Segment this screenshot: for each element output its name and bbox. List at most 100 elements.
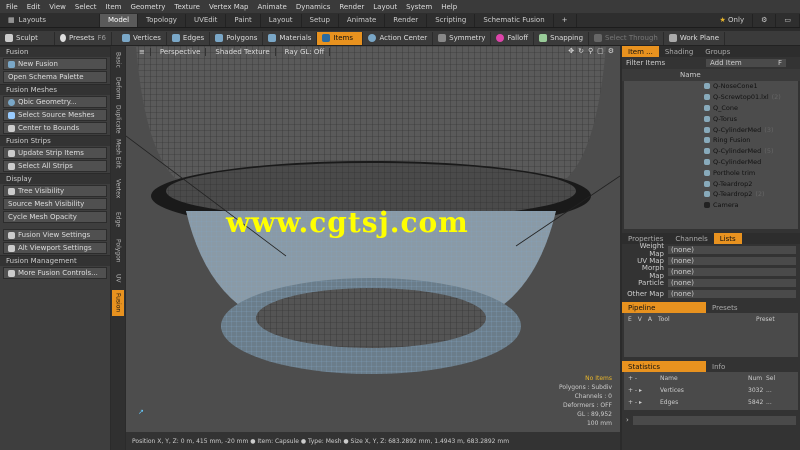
prop-value-dropdown[interactable]: (none) (668, 256, 796, 265)
only-button[interactable]: ★ Only (712, 13, 754, 27)
tab-channels[interactable]: Channels (669, 233, 713, 244)
vtab-polygon[interactable]: Polygon (112, 236, 124, 266)
shading-dropdown[interactable]: Shaded Texture (210, 48, 276, 56)
edges-button[interactable]: Edges (167, 31, 211, 45)
tab-info[interactable]: Info (706, 361, 731, 372)
stats-row[interactable]: + - ▸ Edges 5842... (624, 396, 798, 408)
prop-value-dropdown[interactable]: (none) (668, 278, 796, 287)
presets-button[interactable]: Presets F6 (55, 31, 112, 45)
command-input[interactable] (632, 415, 796, 425)
fusion-view-settings-button[interactable]: Fusion View Settings (3, 229, 107, 241)
materials-button[interactable]: Materials (263, 31, 318, 45)
new-fusion-button[interactable]: New Fusion (3, 58, 107, 70)
vtab-fusion[interactable]: Fusion (112, 290, 124, 316)
vertices-button[interactable]: Vertices (117, 31, 167, 45)
work-plane-button[interactable]: Work Plane (664, 31, 726, 45)
tab-render[interactable]: Render (385, 13, 428, 27)
tab-animate[interactable]: Animate (339, 13, 386, 27)
vtab-mesh-edit[interactable]: Mesh Edit (112, 136, 124, 172)
tab-topology[interactable]: Topology (138, 13, 186, 27)
move-view-icon[interactable]: ✥ (568, 47, 574, 55)
list-item[interactable]: Ring Fusion (624, 135, 798, 146)
more-controls-button[interactable]: More Fusion Controls... (3, 267, 107, 279)
prop-value-dropdown[interactable]: (none) (668, 267, 796, 276)
alt-viewport-button[interactable]: Alt Viewport Settings (3, 242, 107, 254)
menu-item-edit[interactable]: Edit (27, 3, 41, 11)
open-schema-button[interactable]: Open Schema Palette (3, 71, 107, 83)
list-item[interactable]: Q-CylinderMed (5) (624, 146, 798, 157)
vtab-duplicate[interactable]: Duplicate (112, 104, 124, 134)
menu-item-item[interactable]: Item (106, 3, 122, 11)
menu-item-geometry[interactable]: Geometry (130, 3, 165, 11)
command-line[interactable]: › (622, 414, 800, 426)
perspective-dropdown[interactable]: Perspective (155, 48, 207, 56)
vtab-basic[interactable]: Basic (112, 48, 124, 72)
tab-model[interactable]: Model (100, 13, 139, 27)
prop-value-dropdown[interactable]: (none) (668, 245, 796, 254)
menu-item-help[interactable]: Help (441, 3, 457, 11)
add-item-button[interactable]: Add Item F (706, 59, 786, 67)
list-item[interactable]: Q-Teardrop2 (2) (624, 189, 798, 200)
select-through-button[interactable]: Select Through (589, 31, 664, 45)
tab-item-list[interactable]: Item ... (622, 46, 659, 57)
menu-item-render[interactable]: Render (339, 3, 364, 11)
menu-item-system[interactable]: System (406, 3, 432, 11)
tab-layout[interactable]: Layout (261, 13, 302, 27)
maximize-view-icon[interactable]: ▢ (597, 47, 604, 55)
tab-lists[interactable]: Lists (713, 233, 742, 244)
stats-row[interactable]: + - ▸ Vertices 3032... (624, 384, 798, 396)
list-item[interactable]: Q-CylinderMed (3) (624, 124, 798, 135)
vtab-edge[interactable]: Edge (112, 206, 124, 234)
menu-item-view[interactable]: View (49, 3, 66, 11)
update-strip-button[interactable]: Update Strip Items (3, 147, 107, 159)
list-item[interactable]: Q-CylinderMed (624, 157, 798, 168)
viewport-menu-icon[interactable]: ≡ (134, 48, 151, 56)
select-strips-button[interactable]: Select All Strips (3, 160, 107, 172)
tab-statistics[interactable]: Statistics (622, 361, 706, 372)
tree-visibility-button[interactable]: Tree Visibility (3, 185, 107, 197)
list-item[interactable]: Q-NoseCone1 (624, 81, 798, 92)
vtab-uv[interactable]: UV (112, 268, 124, 288)
raygl-dropdown[interactable]: Ray GL: Off (280, 48, 331, 56)
add-tab-button[interactable]: + (554, 13, 577, 27)
tab-setup[interactable]: Setup (302, 13, 339, 27)
settings-icon[interactable]: ⚙ (753, 13, 777, 27)
fullscreen-icon[interactable]: ▭ (776, 13, 800, 27)
3d-viewport[interactable]: ↗ ≡ Perspective Shaded Texture Ray GL: O… (126, 46, 620, 432)
zoom-view-icon[interactable]: ⚲ (588, 47, 593, 55)
center-bounds-button[interactable]: Center to Bounds (3, 122, 107, 134)
rotate-view-icon[interactable]: ↻ (578, 47, 584, 55)
menu-item-texture[interactable]: Texture (174, 3, 200, 11)
source-visibility-button[interactable]: Source Mesh Visibility (3, 198, 107, 210)
list-item[interactable]: Q_Cone (624, 103, 798, 114)
falloff-button[interactable]: Falloff (491, 31, 535, 45)
select-source-button[interactable]: Select Source Meshes (3, 109, 107, 121)
polygons-button[interactable]: Polygons (210, 31, 264, 45)
menu-item-animate[interactable]: Animate (257, 3, 286, 11)
tab-shading[interactable]: Shading (659, 46, 699, 57)
menu-item-vertex-map[interactable]: Vertex Map (209, 3, 249, 11)
stats-toggle[interactable]: + - ▸ (628, 387, 660, 394)
snapping-button[interactable]: Snapping (534, 31, 590, 45)
filter-items-field[interactable]: Filter Items (626, 59, 706, 67)
cycle-opacity-button[interactable]: Cycle Mesh Opacity (3, 211, 107, 223)
list-item[interactable]: Camera (624, 200, 798, 211)
layouts-button[interactable]: ▦ Layouts (0, 13, 100, 27)
viewport-settings-icon[interactable]: ⚙ (608, 47, 614, 55)
vtab-vertex[interactable]: Vertex (112, 174, 124, 204)
vtab-deform[interactable]: Deform (112, 74, 124, 102)
list-item[interactable]: Q-Teardrop2 (624, 178, 798, 189)
tab-uvedit[interactable]: UVEdit (186, 13, 227, 27)
qbic-geometry-button[interactable]: Qbic Geometry... (3, 96, 107, 108)
list-item[interactable]: Q-Screwtop01.lxl (2) (624, 92, 798, 103)
menu-item-select[interactable]: Select (75, 3, 97, 11)
action-center-button[interactable]: Action Center (363, 31, 434, 45)
tab-presets[interactable]: Presets (706, 302, 743, 313)
list-item[interactable]: Porthole trim (624, 167, 798, 178)
menu-item-dynamics[interactable]: Dynamics (296, 3, 331, 11)
sculpt-button[interactable]: Sculpt (0, 31, 55, 45)
tab-pipeline[interactable]: Pipeline (622, 302, 706, 313)
menu-item-file[interactable]: File (6, 3, 18, 11)
menu-item-layout[interactable]: Layout (373, 3, 397, 11)
list-item[interactable]: Q-Torus (624, 113, 798, 124)
